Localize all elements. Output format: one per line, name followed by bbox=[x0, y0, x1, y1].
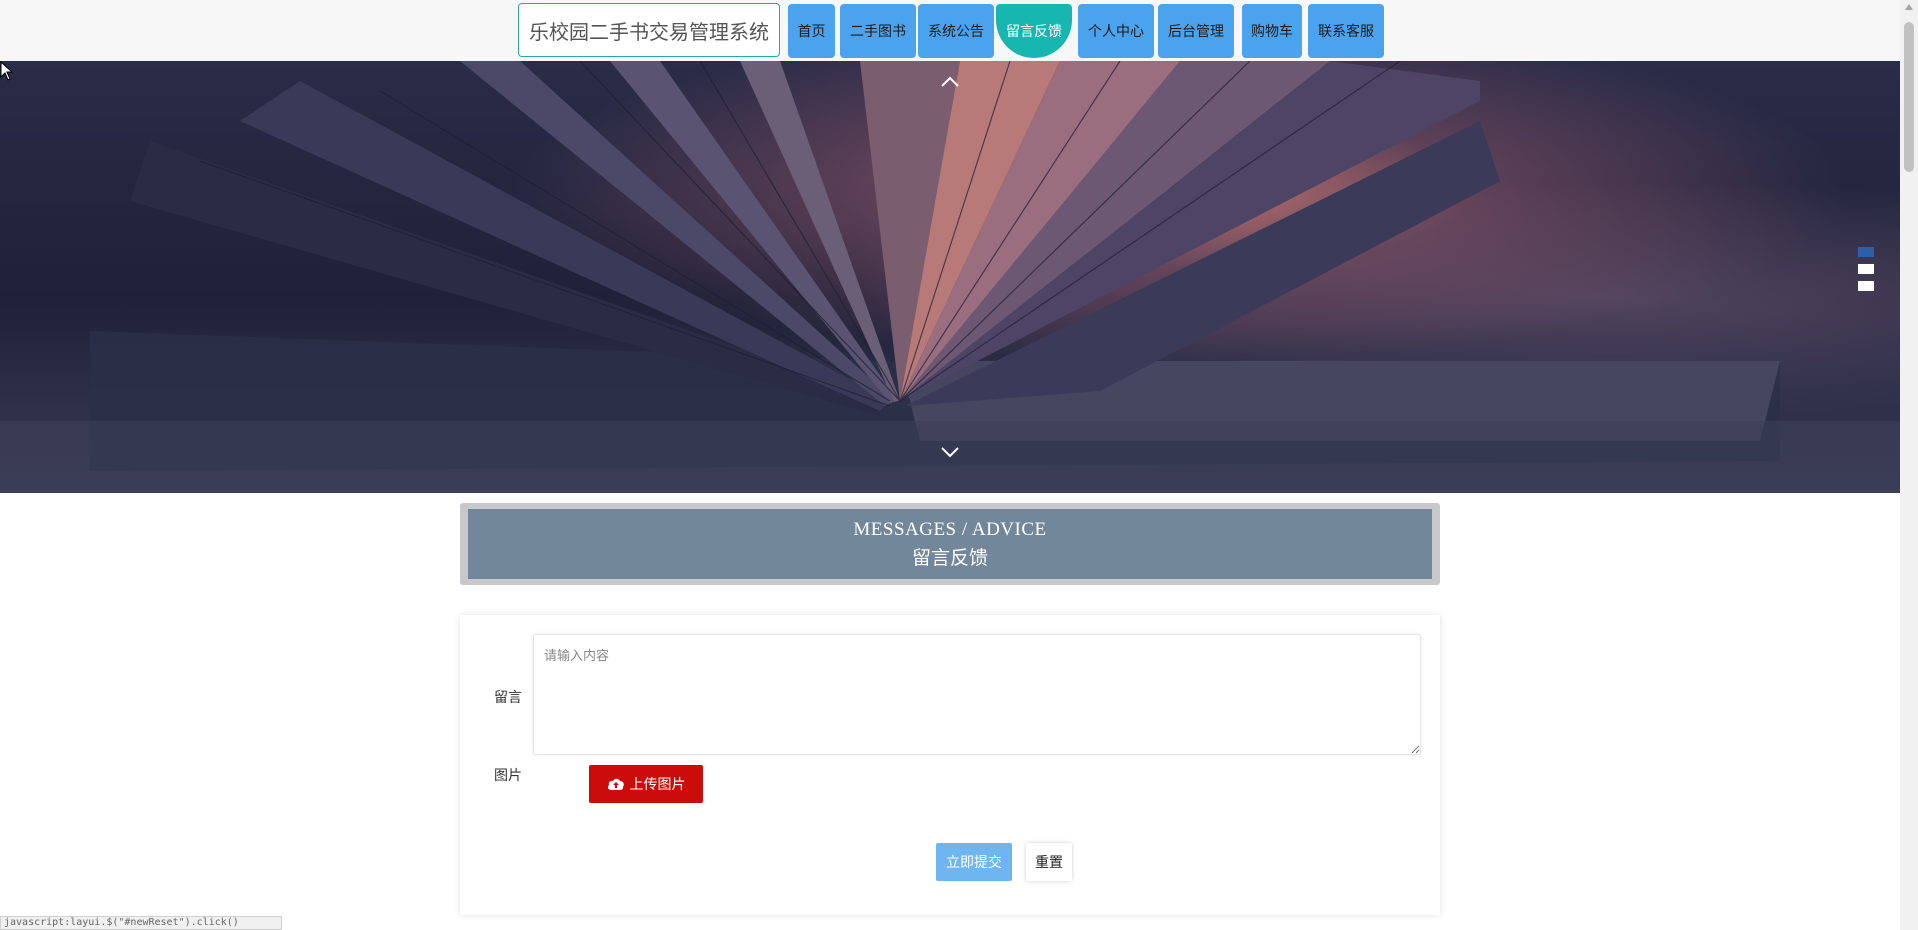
upload-image-label: 上传图片 bbox=[629, 777, 686, 793]
hero-carousel bbox=[0, 61, 1900, 493]
feedback-form: 留言 图片 上传图片 立即提交 重置 bbox=[460, 615, 1440, 915]
submit-button[interactable]: 立即提交 bbox=[936, 843, 1012, 881]
carousel-indicators bbox=[1858, 247, 1874, 298]
browser-status-bar: javascript:layui.$("#newReset").click() bbox=[0, 916, 282, 930]
section-header: MESSAGES / ADVICE 留言反馈 bbox=[460, 503, 1440, 585]
image-label: 图片 bbox=[494, 768, 522, 784]
carousel-prev-button[interactable] bbox=[939, 71, 961, 93]
chevron-up-icon bbox=[941, 76, 959, 87]
nav-admin[interactable]: 后台管理 bbox=[1158, 4, 1234, 58]
nav-message-feedback[interactable]: 留言反馈 bbox=[996, 4, 1072, 58]
hero-book-image bbox=[0, 61, 1900, 493]
upload-image-button[interactable]: 上传图片 bbox=[589, 765, 703, 803]
cloud-upload-icon bbox=[607, 778, 624, 790]
carousel-next-button[interactable] bbox=[939, 441, 961, 463]
chevron-down-icon bbox=[941, 447, 959, 458]
nav-secondhand-books[interactable]: 二手图书 bbox=[840, 4, 916, 58]
nav-customer-service[interactable]: 联系客服 bbox=[1308, 4, 1384, 58]
nav-personal-center[interactable]: 个人中心 bbox=[1078, 4, 1154, 58]
nav-system-notice[interactable]: 系统公告 bbox=[918, 4, 994, 58]
message-textarea[interactable] bbox=[533, 634, 1421, 755]
reset-button[interactable]: 重置 bbox=[1026, 843, 1072, 881]
scroll-up-arrow-icon[interactable] bbox=[1905, 4, 1913, 10]
scroll-thumb[interactable] bbox=[1904, 22, 1914, 172]
carousel-dot-1[interactable] bbox=[1858, 247, 1874, 257]
nav-home[interactable]: 首页 bbox=[788, 4, 835, 58]
section-title-cn: 留言反馈 bbox=[911, 546, 988, 569]
section-header-inner: MESSAGES / ADVICE 留言反馈 bbox=[468, 509, 1432, 579]
page-scrollbar[interactable] bbox=[1900, 0, 1918, 930]
section-title-en: MESSAGES / ADVICE bbox=[853, 518, 1047, 540]
mouse-cursor-icon bbox=[0, 61, 14, 81]
message-label: 留言 bbox=[494, 690, 522, 706]
site-title[interactable]: 乐校园二手书交易管理系统 bbox=[518, 3, 780, 57]
top-navbar: 乐校园二手书交易管理系统 首页 二手图书 系统公告 留言反馈 个人中心 后台管理… bbox=[0, 0, 1900, 62]
carousel-dot-3[interactable] bbox=[1858, 281, 1874, 291]
carousel-dot-2[interactable] bbox=[1858, 264, 1874, 274]
nav-cart[interactable]: 购物车 bbox=[1242, 4, 1302, 58]
